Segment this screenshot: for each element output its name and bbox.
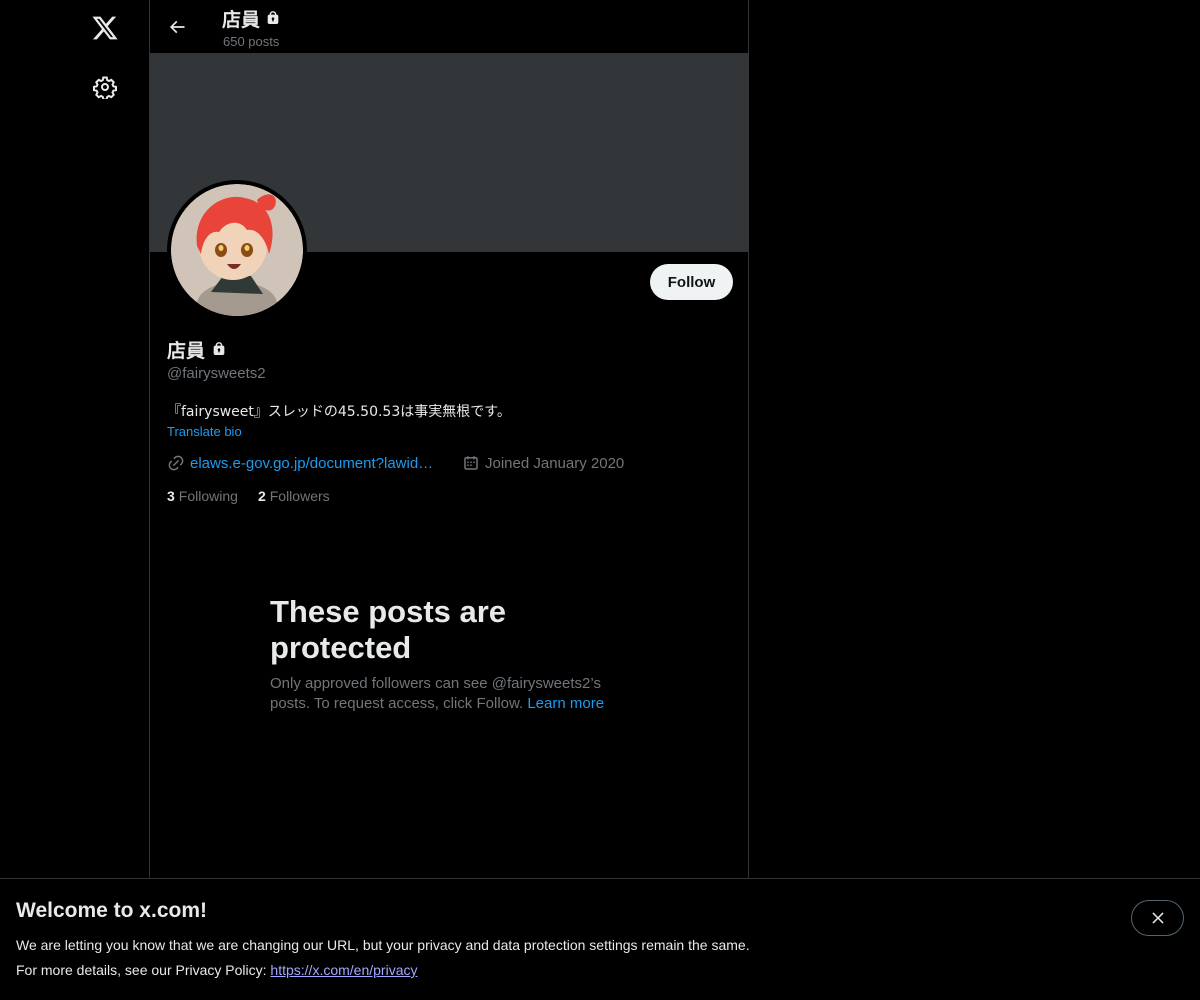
welcome-banner: Welcome to x.com! We are letting you kno…: [0, 878, 1200, 1000]
close-icon: [1151, 912, 1164, 924]
header-title: 店員: [222, 8, 261, 31]
following-link[interactable]: 3 Following: [167, 488, 238, 504]
avatar-image: [171, 184, 303, 316]
x-logo-icon[interactable]: [81, 4, 129, 52]
profile-column: 店員 650 posts Follow 店員 @fairysweets2 『fa…: [149, 0, 749, 1000]
profile-name: 店員: [167, 339, 206, 362]
app-root: 店員 650 posts Follow 店員 @fairysweets2 『fa…: [0, 0, 1200, 1000]
joined-date: Joined January 2020: [485, 454, 625, 472]
followers-label: Followers: [269, 488, 330, 504]
website-link[interactable]: elaws.e-gov.go.jp/document?lawid…: [190, 455, 450, 472]
profile-joined: Joined January 2020: [462, 454, 624, 472]
posts-count: 650 posts: [223, 34, 280, 49]
following-count: 3: [167, 488, 175, 504]
calendar-icon: [464, 456, 478, 470]
translate-bio-link[interactable]: Translate bio: [167, 424, 242, 439]
profile-handle: @fairysweets2: [167, 365, 266, 382]
learn-more-link[interactable]: Learn more: [527, 695, 604, 712]
header-title-row: 店員: [222, 5, 281, 31]
privacy-policy-link[interactable]: https://x.com/en/privacy: [270, 962, 417, 978]
welcome-privacy-line: For more details, see our Privacy Policy…: [16, 962, 417, 978]
follow-stats: 3 Following 2 Followers: [167, 486, 330, 506]
lock-icon: [213, 342, 225, 355]
following-label: Following: [178, 488, 238, 504]
followers-link[interactable]: 2 Followers: [258, 488, 330, 504]
privacy-prefix: For more details, see our Privacy Policy…: [16, 962, 267, 978]
gear-icon[interactable]: [81, 63, 129, 111]
welcome-message: We are letting you know that we are chan…: [16, 937, 750, 953]
close-welcome-button[interactable]: [1131, 900, 1184, 936]
avatar[interactable]: [167, 180, 307, 320]
followers-count: 2: [257, 488, 266, 504]
profile-website: elaws.e-gov.go.jp/document?lawid…: [167, 454, 450, 472]
arrow-left-icon: [169, 20, 185, 34]
profile-meta-row: elaws.e-gov.go.jp/document?lawid… Joined…: [167, 452, 624, 474]
profile-bio: 『fairysweet』スレッドの45.50.53は事実無根です。: [167, 404, 511, 420]
left-nav: [0, 0, 150, 1000]
welcome-title: Welcome to x.com!: [16, 899, 207, 922]
back-button[interactable]: [160, 10, 194, 44]
profile-name-row: 店員: [167, 336, 227, 362]
lock-icon: [267, 11, 279, 24]
protected-notice: These posts are protected Only approved …: [270, 594, 630, 714]
profile-header-bar: 店員 650 posts: [150, 0, 750, 53]
protected-title: These posts are protected: [270, 594, 507, 665]
protected-body: Only approved followers can see @fairysw…: [270, 674, 630, 714]
follow-button[interactable]: Follow: [650, 264, 733, 300]
link-icon: [168, 455, 184, 471]
